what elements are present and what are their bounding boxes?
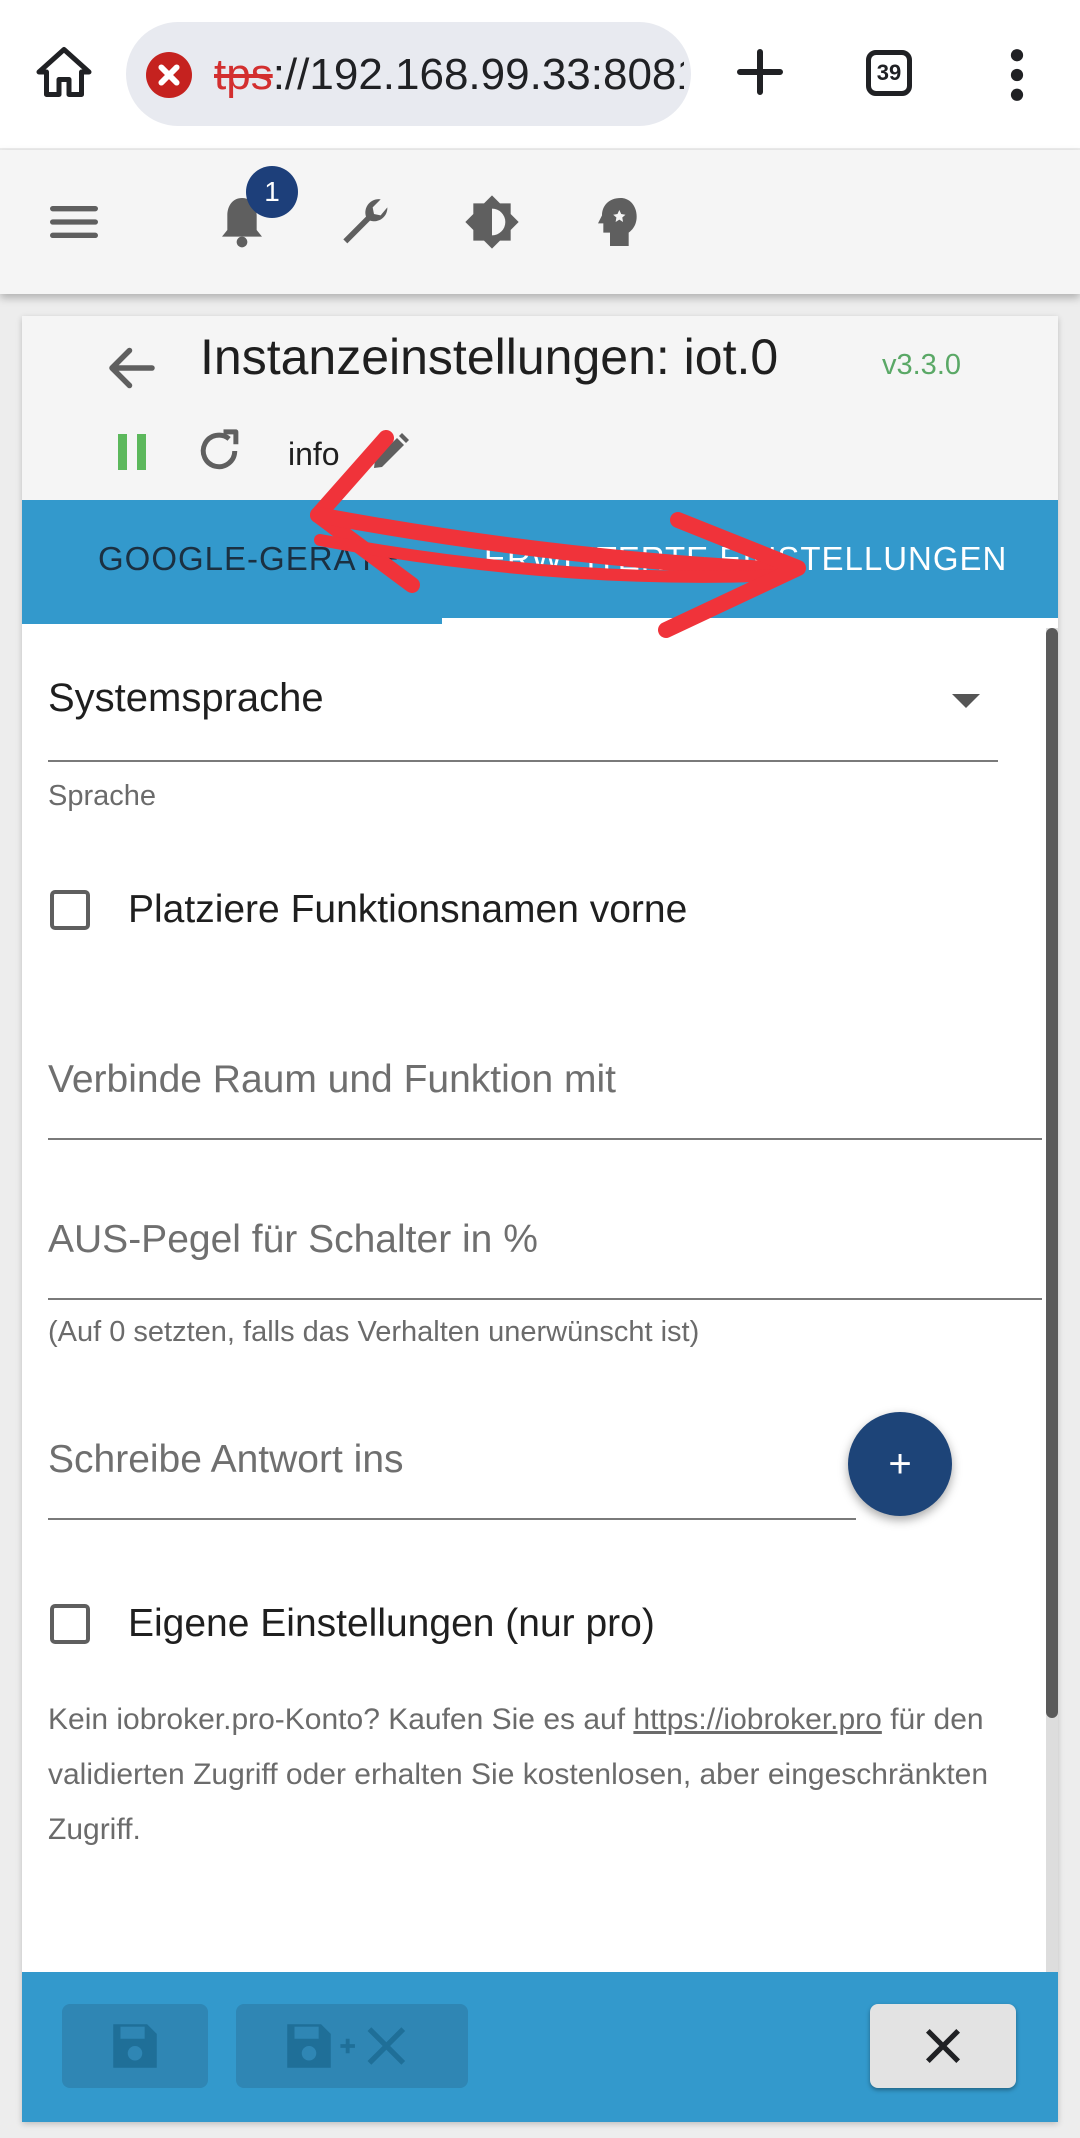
pause-icon[interactable] bbox=[108, 428, 156, 476]
save-close-icon bbox=[287, 2024, 406, 2068]
reload-icon[interactable] bbox=[192, 424, 246, 478]
more-menu-icon[interactable] bbox=[1000, 48, 1034, 102]
response-underline bbox=[48, 1518, 856, 1520]
card-header: Instanzeinstellungen: iot.0 v3.3.0 info bbox=[22, 316, 1058, 500]
concat-word-input[interactable]: Verbinde Raum und Funktion mit bbox=[48, 1058, 616, 1102]
notification-badge: 1 bbox=[246, 166, 298, 218]
function-first-checkbox[interactable] bbox=[50, 890, 90, 930]
off-level-underline bbox=[48, 1298, 1042, 1300]
new-tab-icon[interactable] bbox=[730, 42, 790, 102]
language-helper: Sprache bbox=[48, 780, 157, 812]
language-select[interactable]: Systemsprache bbox=[48, 676, 324, 721]
page-title: Instanzeinstellungen: iot.0 bbox=[200, 329, 779, 385]
tab-google-devices[interactable]: GOOGLE-GERÄTE bbox=[98, 540, 401, 578]
footer-bar bbox=[22, 1972, 1058, 2122]
language-select-underline bbox=[48, 760, 998, 762]
tab-advanced-settings[interactable]: ERWEITERTE EINSTELLUNGEN bbox=[484, 540, 1007, 578]
home-icon[interactable] bbox=[34, 42, 94, 102]
off-level-helper: (Auf 0 setzten, falls das Verhalten uner… bbox=[48, 1316, 700, 1348]
menu-icon[interactable] bbox=[42, 190, 106, 254]
own-settings-label[interactable]: Eigene Einstellungen (nur pro) bbox=[128, 1602, 655, 1646]
url-scheme: tps bbox=[214, 50, 273, 99]
info-text-before: Kein iobroker.pro-Konto? Kaufen Sie es a… bbox=[48, 1703, 634, 1736]
back-arrow-icon[interactable] bbox=[102, 338, 162, 398]
browser-toolbar: tps://192.168.99.33:8081 39 bbox=[0, 0, 1080, 148]
save-button[interactable] bbox=[62, 2004, 208, 2088]
save-and-close-button[interactable] bbox=[236, 2004, 468, 2088]
version-label: v3.3.0 bbox=[882, 349, 961, 381]
add-button[interactable]: + bbox=[848, 1412, 952, 1516]
pro-account-info: Kein iobroker.pro-Konto? Kaufen Sie es a… bbox=[48, 1692, 1038, 1857]
concat-word-underline bbox=[48, 1138, 1042, 1140]
response-input[interactable]: Schreibe Antwort ins bbox=[48, 1438, 404, 1482]
edit-icon[interactable] bbox=[366, 428, 414, 476]
dropdown-arrow-icon[interactable] bbox=[952, 694, 980, 708]
scrollbar-thumb[interactable] bbox=[1046, 628, 1058, 1718]
app-toolbar bbox=[0, 150, 1080, 294]
expert-mode-icon[interactable] bbox=[586, 190, 650, 254]
address-bar[interactable]: tps://192.168.99.33:8081 bbox=[126, 22, 691, 126]
info-label: info bbox=[288, 436, 340, 472]
url-text[interactable]: tps://192.168.99.33:8081 bbox=[214, 50, 684, 100]
off-level-input[interactable]: AUS-Pegel für Schalter in % bbox=[48, 1218, 538, 1262]
tab-bar: GOOGLE-GERÄTE ERWEITERTE EINSTELLUNGEN bbox=[22, 500, 1058, 624]
iobroker-pro-link[interactable]: https://iobroker.pro bbox=[633, 1703, 881, 1736]
own-settings-checkbox[interactable] bbox=[50, 1604, 90, 1644]
url-host: ://192.168.99.33:8081 bbox=[272, 50, 684, 99]
save-icon bbox=[113, 2024, 157, 2068]
close-button[interactable] bbox=[870, 2004, 1016, 2088]
close-icon bbox=[925, 2028, 961, 2064]
instance-settings-card: Instanzeinstellungen: iot.0 v3.3.0 info … bbox=[22, 316, 1058, 2122]
insecure-warning-icon[interactable] bbox=[146, 52, 192, 98]
wrench-icon[interactable] bbox=[334, 190, 398, 254]
tab-switcher-button[interactable]: 39 bbox=[866, 50, 912, 96]
brightness-icon[interactable] bbox=[460, 190, 524, 254]
function-first-label[interactable]: Platziere Funktionsnamen vorne bbox=[128, 888, 687, 932]
